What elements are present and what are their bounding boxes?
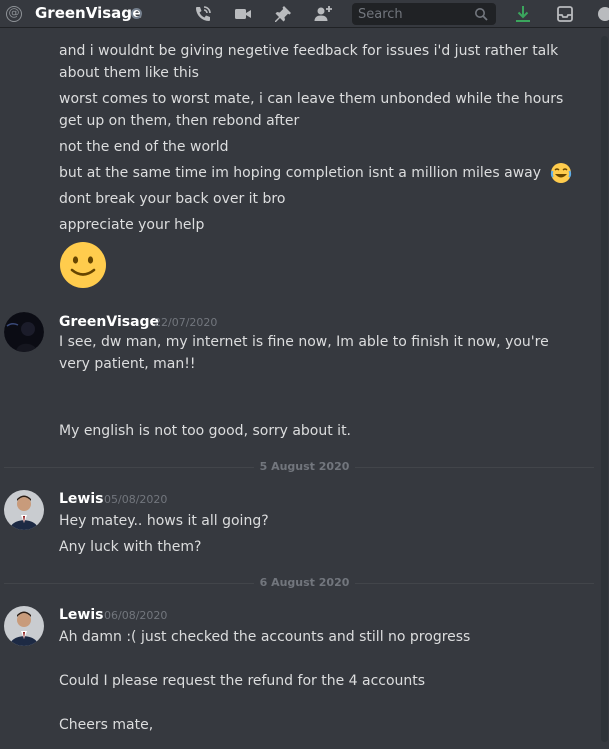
add-friend-icon[interactable] xyxy=(313,4,333,24)
author-name[interactable]: GreenVisage xyxy=(59,313,159,331)
search-input[interactable] xyxy=(352,3,472,25)
timestamp: 22/07/2020 xyxy=(154,316,218,329)
pin-icon[interactable] xyxy=(273,4,293,24)
date-divider-label: 5 August 2020 xyxy=(0,460,609,474)
joy-emoji-icon xyxy=(550,163,571,183)
avatar[interactable] xyxy=(4,490,44,530)
at-icon: @ xyxy=(6,6,22,22)
message-text: but at the same time im hoping completio… xyxy=(59,165,542,181)
timestamp: 05/08/2020 xyxy=(104,493,168,506)
message-text: Any luck with them? xyxy=(59,539,202,555)
message-text: Ah damn :( just checked the accounts and… xyxy=(59,629,471,645)
message-text: and i wouldnt be giving negetive feedbac… xyxy=(59,43,559,81)
search-box[interactable] xyxy=(352,3,496,25)
author-name[interactable]: Lewis xyxy=(59,490,103,508)
author-name[interactable]: Lewis xyxy=(59,606,103,624)
download-icon[interactable] xyxy=(513,4,533,24)
help-icon[interactable] xyxy=(592,4,609,24)
offline-status-icon xyxy=(131,8,142,19)
message-row: but at the same time im hoping completio… xyxy=(59,162,579,184)
scrollbar-track[interactable] xyxy=(601,36,608,742)
message-text: Cheers mate, xyxy=(59,717,154,733)
channel-title: GreenVisage xyxy=(35,4,143,22)
video-call-icon[interactable] xyxy=(233,4,253,24)
message-text: I see, dw man, my internet is fine now, … xyxy=(59,334,549,372)
slight-smile-emoji-icon xyxy=(60,242,106,288)
avatar[interactable] xyxy=(4,312,44,352)
avatar[interactable] xyxy=(4,606,44,646)
date-divider-label: 6 August 2020 xyxy=(0,576,609,590)
message-text: dont break your back over it bro xyxy=(59,191,286,207)
search-icon xyxy=(475,8,488,21)
call-icon[interactable] xyxy=(193,4,213,24)
message-text: not the end of the world xyxy=(59,139,229,155)
channel-header: @ GreenVisage xyxy=(0,0,609,28)
message-text: appreciate your help xyxy=(59,217,205,233)
message-text: Could I please request the refund for th… xyxy=(59,673,426,689)
message-text: worst comes to worst mate, i can leave t… xyxy=(59,91,564,129)
timestamp: 06/08/2020 xyxy=(104,609,168,622)
inbox-icon[interactable] xyxy=(555,4,575,24)
message-text: Hey matey.. hows it all going? xyxy=(59,513,269,529)
message-text: My english is not too good, sorry about … xyxy=(59,423,352,439)
